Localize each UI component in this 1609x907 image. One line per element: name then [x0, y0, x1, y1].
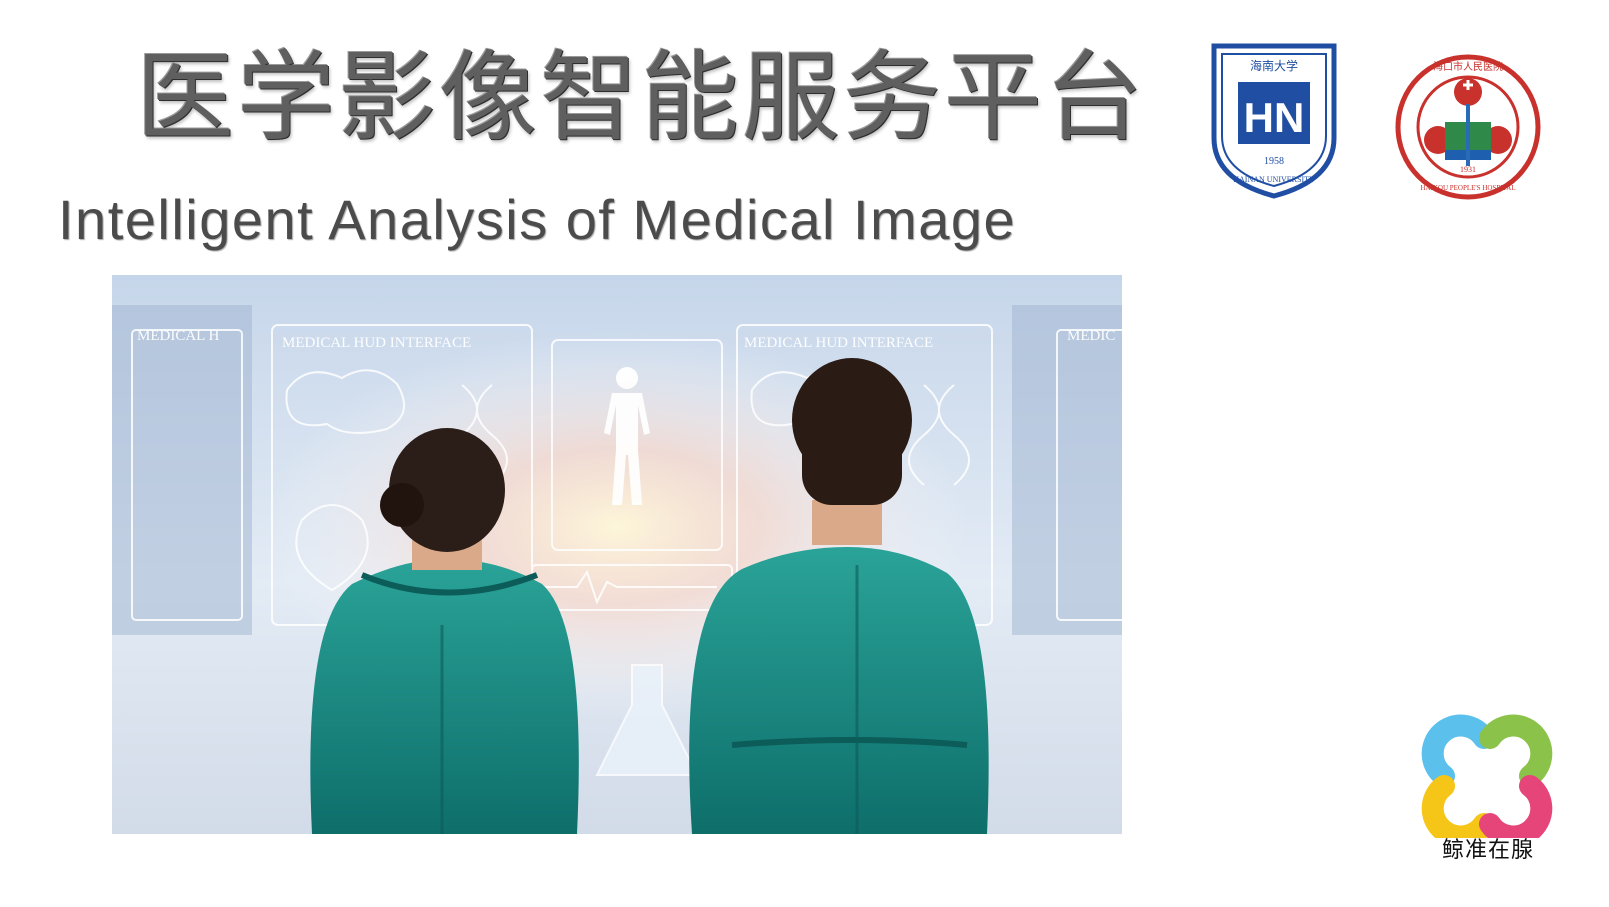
hud-title-right: MEDICAL HUD INTERFACE: [744, 335, 933, 351]
hero-image: MEDICAL HUD INTERFACE MEDICAL HUD INTERF…: [112, 275, 1122, 834]
hud-title-edge-left: MEDICAL H: [137, 328, 220, 344]
brand-logo: 鲸准在腺: [1418, 708, 1558, 868]
hud-title-left: MEDICAL HUD INTERFACE: [282, 335, 471, 351]
slide-title-chinese: 医学影像智能服务平台: [136, 41, 1147, 155]
haikou-hospital-logo: 海口市人民医院 1931 HAIKOU PEOPLE'S HOSPITAL: [1395, 54, 1541, 200]
hnu-english-name: HAINAN UNIVERSITY: [1233, 175, 1315, 184]
hnu-monogram: HN: [1244, 94, 1305, 141]
brand-rings-icon: [1421, 714, 1553, 848]
hud-title-edge-right: MEDIC: [1067, 328, 1115, 344]
hospital-year: 1931: [1460, 165, 1476, 174]
brand-name: 鲸准在腺: [1441, 838, 1534, 863]
hnu-chinese-name: 海南大学: [1250, 58, 1298, 73]
hainan-university-logo: HN 海南大学 1958 HAINAN UNIVERSITY: [1211, 43, 1337, 199]
hospital-english-name: HAIKOU PEOPLE'S HOSPITAL: [1420, 184, 1515, 192]
slide-title-english: Intelligent Analysis of Medical Image: [58, 188, 1017, 251]
hnu-year: 1958: [1264, 156, 1284, 167]
hospital-chinese-name: 海口市人民医院: [1433, 60, 1503, 73]
